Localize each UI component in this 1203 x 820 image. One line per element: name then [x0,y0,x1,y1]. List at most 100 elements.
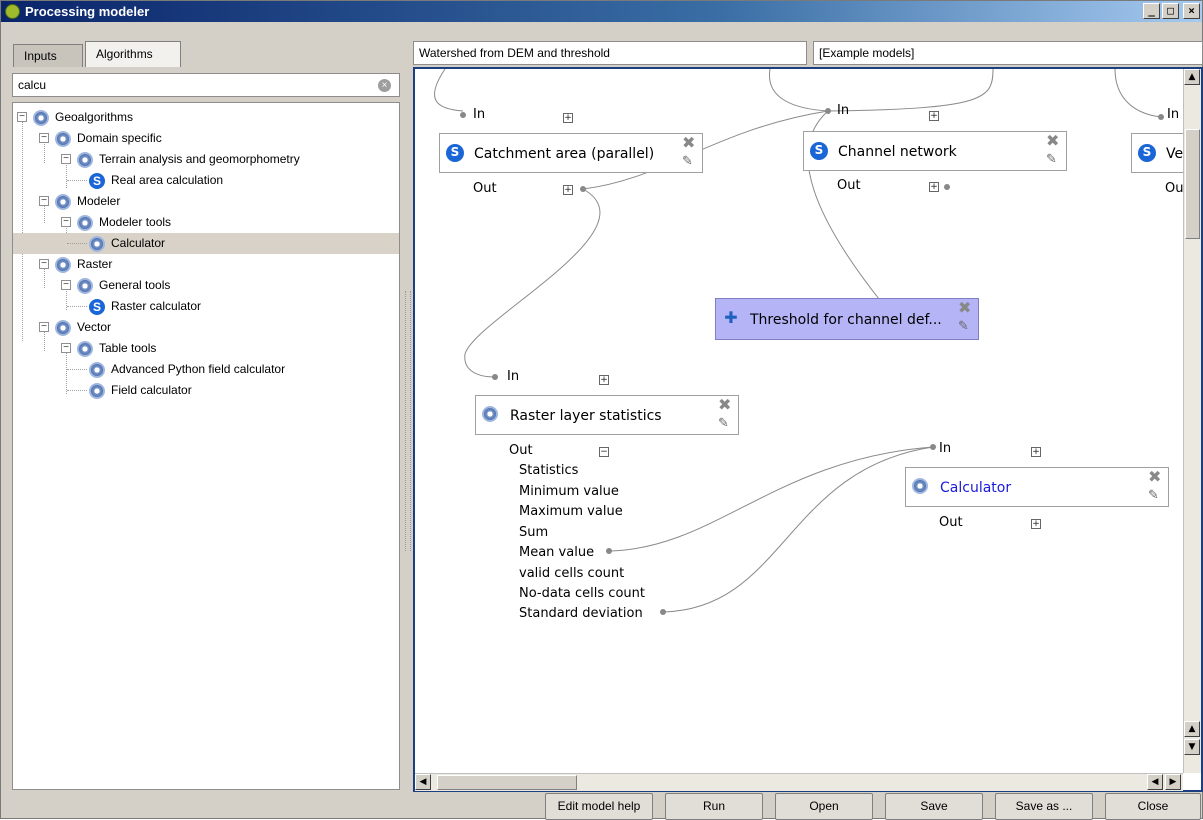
output-statistics: Statistics [519,463,579,478]
output-maximum-value: Maximum value [519,504,623,519]
connection-line [827,69,994,112]
gear-icon [482,406,498,422]
connector-dot [492,374,498,380]
processing-modeler-window: Processing modeler _ □ × Inputs Algorith… [0,0,1203,820]
expand-outputs-icon[interactable]: + [563,185,573,195]
plus-icon: ✚ [724,308,738,327]
tree-line [67,390,87,391]
scroll-right-icon[interactable]: ▶ [1165,774,1181,790]
clear-search-icon[interactable]: × [378,79,391,92]
param-threshold-channel-definition[interactable]: ✚ Threshold for channel def... ✖ ✎ [715,298,979,340]
scroll-up-icon[interactable]: ▲ [1184,69,1200,85]
panel-splitter-handle[interactable] [405,291,411,551]
vertical-scroll-thumb[interactable] [1185,129,1200,239]
tree-item-terrain-analysis[interactable]: − Terrain analysis and geomorphometry [13,149,399,170]
delete-node-icon[interactable]: ✖ [1046,133,1060,149]
node-channel-network[interactable]: S Channel network ✖ ✎ [803,131,1067,171]
edit-model-help-button[interactable]: Edit model help [545,793,653,820]
collapse-icon[interactable]: − [61,217,71,227]
tree-item-field-calculator[interactable]: Field calculator [13,380,399,401]
close-window-button[interactable]: × [1183,3,1200,19]
maximize-button[interactable]: □ [1162,3,1179,19]
collapse-outputs-icon[interactable]: − [599,447,609,457]
node-raster-layer-statistics[interactable]: Raster layer statistics ✖ ✎ [475,395,739,435]
scroll-left-icon[interactable]: ◀ [1147,774,1163,790]
save-as-button[interactable]: Save as ... [995,793,1093,820]
tree-item-general-tools[interactable]: − General tools [13,275,399,296]
collapse-icon[interactable]: − [61,154,71,164]
expand-inputs-icon[interactable]: + [1031,447,1041,457]
output-sum: Sum [519,525,549,540]
tree-item-geoalgorithms[interactable]: − Geoalgorithms [13,107,399,128]
scroll-left-icon[interactable]: ◀ [415,774,431,790]
title-bar[interactable]: Processing modeler _ □ × [1,1,1202,22]
node-calculator[interactable]: Calculator ✖ ✎ [905,467,1169,507]
tree-item-modeler-tools[interactable]: − Modeler tools [13,212,399,233]
gear-icon [55,257,71,273]
output-mean-value: Mean value [519,545,595,560]
vertical-scrollbar[interactable]: ▲ ▲ ▼ [1183,69,1201,773]
collapse-icon[interactable]: − [61,280,71,290]
tree-item-raster-calculator[interactable]: S Raster calculator [13,296,399,317]
collapse-icon[interactable]: − [39,259,49,269]
model-canvas[interactable]: In + S Catchment area (parallel) ✖ ✎ Out… [413,67,1203,792]
edit-node-icon[interactable]: ✎ [682,154,698,170]
expand-outputs-icon[interactable]: + [929,182,939,192]
tree-item-vector[interactable]: − Vector [13,317,399,338]
tree-item-label: Table tools [99,341,157,355]
edit-node-icon[interactable]: ✎ [1148,488,1164,504]
tab-inputs[interactable]: Inputs [13,44,83,67]
tree-item-real-area-calculation[interactable]: S Real area calculation [13,170,399,191]
collapse-icon[interactable]: − [61,343,71,353]
algorithm-search-input[interactable]: calcu × [12,73,400,97]
node-catchment-area[interactable]: S Catchment area (parallel) ✖ ✎ [439,133,703,173]
tree-item-table-tools[interactable]: − Table tools [13,338,399,359]
minimize-button[interactable]: _ [1143,3,1160,19]
node-output-label: Out [837,178,861,193]
connection-line [608,446,934,552]
delete-node-icon[interactable]: ✖ [718,397,732,413]
collapse-icon[interactable]: − [39,133,49,143]
horizontal-scrollbar[interactable]: ◀ ◀ ▶ [415,773,1183,791]
tree-item-modeler[interactable]: − Modeler [13,191,399,212]
tree-item-advanced-python-field-calculator[interactable]: Advanced Python field calculator [13,359,399,380]
scroll-down-icon[interactable]: ▼ [1184,739,1200,755]
delete-node-icon[interactable]: ✖ [682,135,696,151]
collapse-icon[interactable]: − [39,322,49,332]
expand-outputs-icon[interactable]: + [1031,519,1041,529]
node-input-label: In [473,107,486,122]
expand-inputs-icon[interactable]: + [929,111,939,121]
close-button[interactable]: Close [1105,793,1201,820]
open-button[interactable]: Open [775,793,873,820]
tree-item-domain-specific[interactable]: − Domain specific [13,128,399,149]
save-button[interactable]: Save [885,793,983,820]
tab-algorithms[interactable]: Algorithms [85,41,181,67]
run-button[interactable]: Run [665,793,763,820]
tree-item-raster[interactable]: − Raster [13,254,399,275]
collapse-icon[interactable]: − [39,196,49,206]
model-group-field[interactable]: [Example models] [813,41,1203,65]
connection-line [434,69,464,112]
gear-icon [55,320,71,336]
expand-inputs-icon[interactable]: + [599,375,609,385]
horizontal-scroll-thumb[interactable] [437,775,577,790]
gear-icon [77,278,93,294]
edit-node-icon[interactable]: ✎ [958,319,974,335]
collapse-icon[interactable]: − [17,112,27,122]
node-input-label: In [837,103,850,118]
connector-dot [460,112,466,118]
tree-item-label: General tools [99,278,171,292]
window-title: Processing modeler [25,4,150,19]
node-label: Ve [1166,146,1184,162]
tree-item-calculator[interactable]: Calculator [13,233,399,254]
saga-icon: S [446,144,464,162]
delete-node-icon[interactable]: ✖ [1148,469,1162,485]
delete-node-icon[interactable]: ✖ [958,300,972,316]
expand-inputs-icon[interactable]: + [563,113,573,123]
tree-item-label: Raster calculator [111,299,202,313]
scroll-up-icon[interactable]: ▲ [1184,721,1200,737]
edit-node-icon[interactable]: ✎ [1046,152,1062,168]
tree-item-label: Geoalgorithms [55,110,134,124]
model-name-field[interactable]: Watershed from DEM and threshold [413,41,807,65]
edit-node-icon[interactable]: ✎ [718,416,734,432]
